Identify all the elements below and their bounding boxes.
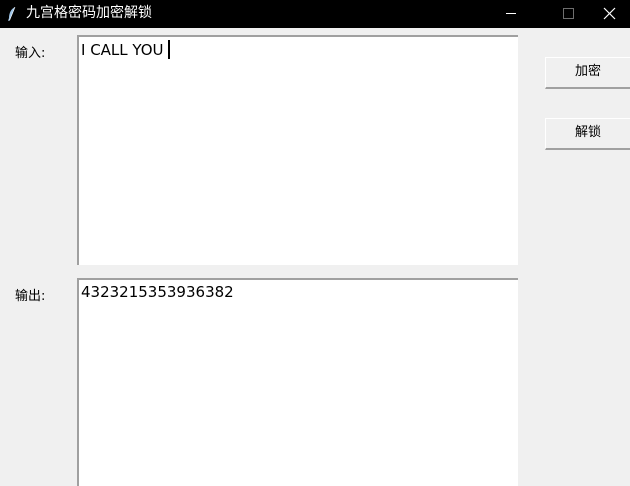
window-title: 九宫格密码加密解锁 [26, 5, 152, 21]
input-label: 输入: [15, 46, 46, 61]
output-text: 4323215353936382 [81, 283, 234, 301]
maximize-button[interactable] [545, 0, 591, 28]
minimize-icon [506, 13, 516, 14]
maximize-icon [563, 8, 574, 19]
output-label: 输出: [15, 289, 46, 304]
output-textarea[interactable]: 4323215353936382 [77, 278, 518, 486]
input-textarea[interactable]: I CALL YOU [77, 35, 518, 265]
feather-icon [7, 6, 17, 21]
app-window: 九宫格密码加密解锁 输入: I CALL YOU 输出: 43232153539… [0, 0, 630, 486]
minimize-button[interactable] [488, 0, 534, 28]
close-button[interactable] [590, 0, 630, 28]
close-icon [603, 7, 616, 20]
decrypt-button[interactable]: 解锁 [545, 118, 630, 150]
input-text: I CALL YOU [81, 41, 164, 59]
title-bar[interactable]: 九宫格密码加密解锁 [0, 0, 630, 28]
text-caret [167, 40, 170, 59]
encrypt-button[interactable]: 加密 [545, 57, 630, 89]
